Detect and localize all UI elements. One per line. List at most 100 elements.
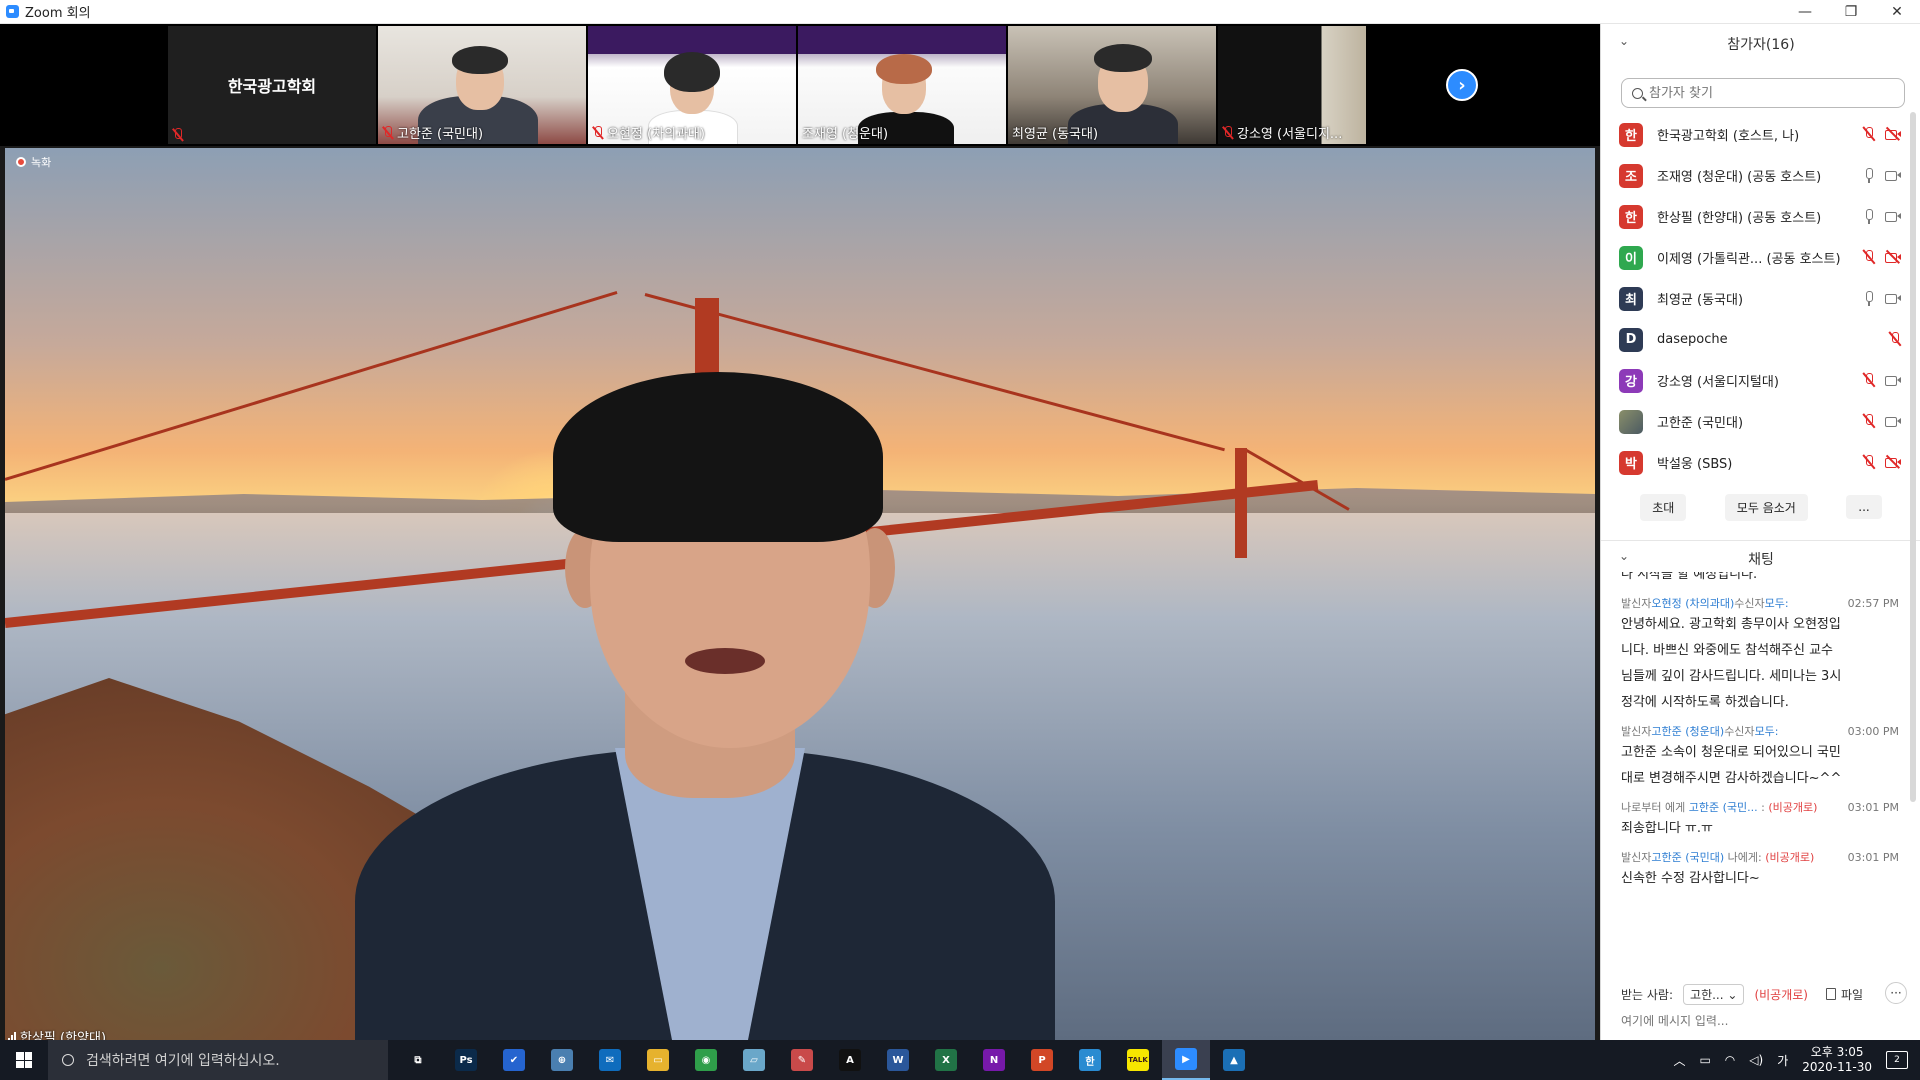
- mic-muted-icon[interactable]: [1863, 249, 1875, 265]
- video-tile-host[interactable]: 한국광고학회: [168, 26, 376, 144]
- video-camera-icon[interactable]: [1885, 292, 1901, 304]
- participant-search-input[interactable]: [1649, 85, 1889, 101]
- volume-icon[interactable]: ◁): [1749, 1053, 1763, 1067]
- chat-messages[interactable]: 나 시작을 할 예정입니다. 발신자오현정 (차의과대)수신자모두: 02:57…: [1601, 572, 1920, 952]
- chat-more-button[interactable]: ···: [1885, 982, 1907, 1004]
- close-button[interactable]: ✕: [1874, 0, 1920, 24]
- window-title: Zoom 회의: [25, 6, 91, 21]
- kakaotalk-icon: TALK: [1127, 1049, 1149, 1071]
- wifi-icon[interactable]: ◠: [1725, 1053, 1735, 1067]
- host-tile-muted: [172, 128, 184, 142]
- mic-muted-icon[interactable]: [1889, 331, 1901, 347]
- recipient-label: :: [1757, 801, 1769, 814]
- taskbar-app-zoom[interactable]: ▶: [1162, 1040, 1210, 1080]
- taskbar-app-acrobat[interactable]: A: [826, 1040, 874, 1080]
- taskbar-app-explorer[interactable]: ▭: [634, 1040, 682, 1080]
- video-off-icon[interactable]: [1885, 455, 1901, 469]
- chevron-down-icon[interactable]: ⌄: [1619, 549, 1629, 563]
- video-tile-4[interactable]: 최영균 (동국대): [1008, 26, 1216, 144]
- participant-status: [1889, 331, 1901, 347]
- taskbar-app-todo[interactable]: ✔: [490, 1040, 538, 1080]
- message-time: 02:57 PM: [1847, 597, 1899, 610]
- sender-name[interactable]: 고한준 (청운대): [1651, 725, 1724, 738]
- taskbar-search[interactable]: 검색하려면 여기에 입력하십시오.: [48, 1040, 388, 1080]
- next-page-button[interactable]: ›: [1446, 69, 1478, 101]
- recipient-select[interactable]: 고한... ⌄: [1683, 983, 1745, 1005]
- minimize-button[interactable]: —: [1782, 0, 1828, 24]
- taskbar-app-kakaotalk[interactable]: TALK: [1114, 1040, 1162, 1080]
- taskbar-app-chrome[interactable]: ◉: [682, 1040, 730, 1080]
- taskbar-app-onenote[interactable]: N: [970, 1040, 1018, 1080]
- participant-row[interactable]: 이 이제영 (가톨릭관... (공동 호스트): [1601, 237, 1920, 278]
- recording-indicator[interactable]: 녹화: [16, 154, 51, 170]
- tile-name-text: 최영균 (동국대): [1012, 127, 1099, 142]
- participant-row[interactable]: 최 최영균 (동국대): [1601, 278, 1920, 319]
- video-off-icon[interactable]: [1885, 250, 1901, 264]
- participant-status: [1863, 126, 1901, 142]
- taskbar-app-photoshop[interactable]: Ps: [442, 1040, 490, 1080]
- participant-row[interactable]: D dasepoche: [1601, 319, 1920, 360]
- video-tile-1[interactable]: 고한준 (국민대): [378, 26, 586, 144]
- chevron-up-icon[interactable]: ︿: [1673, 1052, 1685, 1069]
- notifications-button[interactable]: 2: [1886, 1051, 1908, 1069]
- video-off-icon[interactable]: [1885, 127, 1901, 141]
- mic-icon[interactable]: [1863, 290, 1875, 306]
- taskbar-app-mail[interactable]: ✉: [586, 1040, 634, 1080]
- video-tile-5[interactable]: 강소영 (서울디지...: [1218, 26, 1366, 144]
- start-button[interactable]: [0, 1040, 48, 1080]
- side-panel-scrollbar[interactable]: [1910, 112, 1916, 802]
- mic-muted-icon[interactable]: [1863, 126, 1875, 142]
- mic-icon[interactable]: [1863, 167, 1875, 183]
- taskbar-app-hwp[interactable]: 한: [1066, 1040, 1114, 1080]
- mic-icon[interactable]: [1863, 208, 1875, 224]
- video-tile-3[interactable]: 조재영 (청운대): [798, 26, 1006, 144]
- participant-status: [1863, 372, 1901, 388]
- more-options-button[interactable]: ...: [1846, 495, 1882, 519]
- message-time: 03:01 PM: [1847, 851, 1899, 864]
- ime-indicator[interactable]: 가: [1777, 1052, 1788, 1069]
- taskbar-app-powerpoint[interactable]: P: [1018, 1040, 1066, 1080]
- video-tile-2[interactable]: 오현정 (차의과대): [588, 26, 796, 144]
- participant-row[interactable]: 박 박설웅 (SBS): [1601, 442, 1920, 483]
- taskbar-app-vpn[interactable]: ⊕: [538, 1040, 586, 1080]
- participant-status: [1863, 208, 1901, 224]
- sender-name[interactable]: 고한준 (국민대): [1651, 851, 1724, 864]
- recipient-name: 모두:: [1754, 725, 1779, 738]
- participant-row[interactable]: 고한준 (국민대): [1601, 401, 1920, 442]
- chat-footer: 받는 사람: 고한... ⌄ (비공개로) 파일 ···: [1601, 980, 1920, 1008]
- taskbar-app-paint[interactable]: ✎: [778, 1040, 826, 1080]
- taskbar-app-excel[interactable]: X: [922, 1040, 970, 1080]
- mic-muted-icon[interactable]: [1863, 413, 1875, 429]
- taskbar-app-task-view[interactable]: ⧉: [394, 1040, 442, 1080]
- sender-name[interactable]: 오현정 (차의과대): [1651, 597, 1734, 610]
- invite-button[interactable]: 초대: [1640, 493, 1687, 521]
- chat-input[interactable]: [1621, 1014, 1901, 1028]
- recipient-name[interactable]: 고한준 (국민...: [1689, 801, 1758, 814]
- maximize-button[interactable]: ❐: [1828, 0, 1874, 24]
- video-camera-icon[interactable]: [1885, 210, 1901, 222]
- participant-row[interactable]: 한 한상필 (한양대) (공동 호스트): [1601, 196, 1920, 237]
- participant-row[interactable]: 한 한국광고학회 (호스트, 나): [1601, 114, 1920, 155]
- participant-row[interactable]: 조 조재영 (청운대) (공동 호스트): [1601, 155, 1920, 196]
- avatar: D: [1619, 327, 1643, 352]
- tile-name: 최영균 (동국대): [1012, 123, 1098, 142]
- taskbar-app-notes[interactable]: ▱: [730, 1040, 778, 1080]
- battery-icon[interactable]: ▭: [1699, 1053, 1710, 1067]
- chevron-down-icon[interactable]: ⌄: [1619, 34, 1629, 48]
- taskbar-app-photos[interactable]: ▲: [1210, 1040, 1258, 1080]
- video-camera-icon[interactable]: [1885, 415, 1901, 427]
- tile-name-text: 고한준 (국민대): [397, 127, 484, 142]
- video-camera-icon[interactable]: [1885, 169, 1901, 181]
- mic-muted-icon[interactable]: [1863, 454, 1875, 470]
- participants-header: ⌄ 참가자(16): [1601, 34, 1920, 54]
- file-icon: [1825, 988, 1836, 1000]
- participant-row[interactable]: 강 강소영 (서울디지털대): [1601, 360, 1920, 401]
- file-button[interactable]: 파일: [1825, 986, 1863, 1003]
- video-camera-icon[interactable]: [1885, 374, 1901, 386]
- clock[interactable]: 오후 3:05 2020-11-30: [1802, 1045, 1872, 1075]
- mute-all-button[interactable]: 모두 음소거: [1724, 493, 1808, 521]
- participant-search[interactable]: [1621, 78, 1905, 108]
- taskbar-app-word[interactable]: W: [874, 1040, 922, 1080]
- mic-muted-icon[interactable]: [1863, 372, 1875, 388]
- chat-message-meta: 나로부터 에게 고한준 (국민... : (비공개로) 03:01 PM: [1621, 800, 1899, 816]
